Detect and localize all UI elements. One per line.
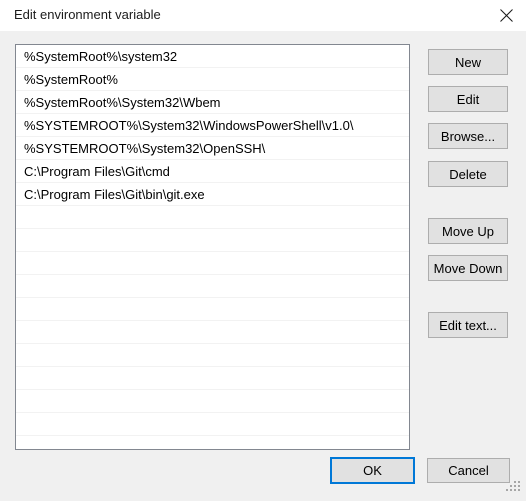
dialog-content: %SystemRoot%\system32 %SystemRoot% %System… — [0, 31, 526, 501]
browse-button[interactable]: Browse... — [428, 123, 508, 149]
move-up-button[interactable]: Move Up — [428, 218, 508, 244]
list-item[interactable]: %SystemRoot%\system32 — [16, 45, 409, 68]
edit-text-button[interactable]: Edit text... — [428, 312, 508, 338]
cancel-button[interactable]: Cancel — [427, 458, 510, 483]
grip-dot — [514, 485, 516, 487]
grip-dot — [518, 485, 520, 487]
list-item-empty[interactable] — [16, 413, 409, 436]
list-item[interactable]: %SystemRoot%\System32\Wbem — [16, 91, 409, 114]
close-icon[interactable] — [483, 0, 526, 31]
list-item-empty[interactable] — [16, 252, 409, 275]
list-item[interactable]: %SYSTEMROOT%\System32\OpenSSH\ — [16, 137, 409, 160]
grip-dot — [506, 489, 508, 491]
list-item-empty[interactable] — [16, 321, 409, 344]
new-button[interactable]: New — [428, 49, 508, 75]
list-item-empty[interactable] — [16, 275, 409, 298]
grip-dot — [514, 481, 516, 483]
ok-button[interactable]: OK — [330, 457, 415, 484]
edit-environment-variable-dialog: Edit environment variable %SystemRoot%\s… — [0, 0, 526, 501]
list-item-empty[interactable] — [16, 229, 409, 252]
list-item-empty[interactable] — [16, 367, 409, 390]
list-item-empty[interactable] — [16, 206, 409, 229]
list-item-empty[interactable] — [16, 390, 409, 413]
grip-dot — [510, 489, 512, 491]
grip-dot — [518, 489, 520, 491]
list-item[interactable]: %SYSTEMROOT%\System32\WindowsPowerShell\… — [16, 114, 409, 137]
list-item-empty[interactable] — [16, 298, 409, 321]
grip-dot — [510, 485, 512, 487]
list-item-empty[interactable] — [16, 344, 409, 367]
grip-dot — [514, 489, 516, 491]
path-entries-list[interactable]: %SystemRoot%\system32 %SystemRoot% %System… — [15, 44, 410, 450]
move-down-button[interactable]: Move Down — [428, 255, 508, 281]
grip-dot — [518, 481, 520, 483]
resize-grip-icon[interactable] — [506, 481, 520, 495]
edit-button[interactable]: Edit — [428, 86, 508, 112]
list-item[interactable]: %SystemRoot% — [16, 68, 409, 91]
list-item[interactable]: C:\Program Files\Git\bin\git.exe — [16, 183, 409, 206]
delete-button[interactable]: Delete — [428, 161, 508, 187]
title-bar: Edit environment variable — [0, 0, 526, 31]
window-title: Edit environment variable — [14, 7, 161, 22]
list-item[interactable]: C:\Program Files\Git\cmd — [16, 160, 409, 183]
